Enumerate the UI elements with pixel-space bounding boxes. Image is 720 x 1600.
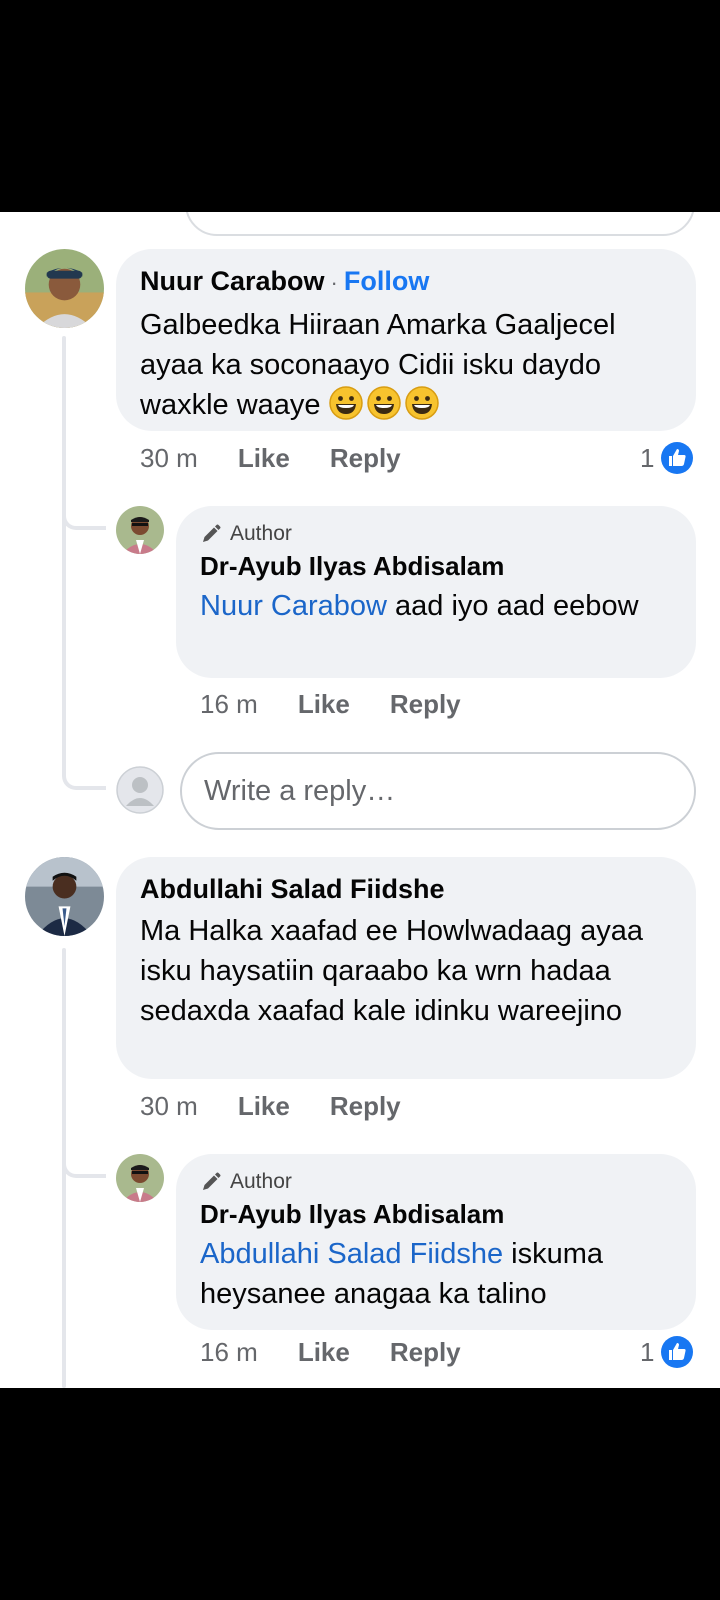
- reply-bubble[interactable]: Author Dr-Ayub Ilyas Abdisalam Nuur Cara…: [176, 506, 696, 678]
- comment-time[interactable]: 30 m: [140, 443, 198, 474]
- bottom-black-bar: [0, 1388, 720, 1600]
- reply-text: Nuur Carabow aad iyo aad eebow: [200, 586, 672, 626]
- grinning-emoji-icon: [328, 386, 363, 420]
- comment-author[interactable]: Nuur Carabow: [140, 265, 325, 297]
- like-button[interactable]: Like: [298, 1337, 350, 1368]
- mention-link[interactable]: Abdullahi Salad Fiidshe: [200, 1238, 503, 1270]
- reply-actions: 16 m Like Reply: [200, 686, 501, 722]
- grinning-emoji-icon: [404, 386, 439, 420]
- pencil-icon: [203, 1172, 221, 1190]
- reply-author[interactable]: Dr-Ayub Ilyas Abdisalam: [200, 550, 672, 582]
- comment-text: Galbeedka Hiiraan Amarka Gaaljecel ayaa …: [140, 305, 672, 425]
- pencil-icon: [203, 524, 221, 542]
- avatar-abdullahi-salad[interactable]: [25, 857, 104, 936]
- avatar-image: [116, 1154, 164, 1202]
- mention-link[interactable]: Nuur Carabow: [200, 590, 387, 622]
- comment-time[interactable]: 30 m: [140, 1091, 198, 1122]
- author-badge: Author: [200, 522, 672, 546]
- separator-dot: ·: [330, 270, 338, 295]
- like-reaction-icon: [661, 442, 694, 474]
- avatar-image: [25, 249, 104, 328]
- grinning-emoji-icon: [366, 386, 401, 420]
- thread-elbow: [62, 512, 106, 530]
- comment-text: Ma Halka xaafad ee Howlwadaag ayaa isku …: [140, 915, 643, 1027]
- reply-time[interactable]: 16 m: [200, 1337, 258, 1368]
- like-button[interactable]: Like: [238, 443, 290, 474]
- reply-button[interactable]: Reply: [330, 1091, 401, 1122]
- top-black-bar: [0, 0, 720, 212]
- author-tag-label: Author: [230, 1170, 292, 1193]
- avatar-image: [116, 506, 164, 554]
- avatar-nuur-carabow[interactable]: [25, 249, 104, 328]
- reply-button[interactable]: Reply: [390, 1337, 461, 1368]
- like-reaction-icon: [661, 1336, 694, 1368]
- reaction-summary[interactable]: 1: [640, 440, 694, 476]
- reply-author[interactable]: Dr-Ayub Ilyas Abdisalam: [200, 1198, 672, 1230]
- previous-reply-box[interactable]: [185, 212, 695, 236]
- avatar-image: [25, 857, 104, 936]
- author-badge: Author: [200, 1170, 672, 1194]
- thread-elbow: [62, 1160, 106, 1178]
- comment-author[interactable]: Abdullahi Salad Fiidshe: [140, 873, 445, 905]
- like-button[interactable]: Like: [238, 1091, 290, 1122]
- reply-button[interactable]: Reply: [330, 443, 401, 474]
- follow-button[interactable]: Follow: [344, 265, 429, 297]
- reply-button[interactable]: Reply: [390, 689, 461, 720]
- reaction-count: 1: [640, 1336, 655, 1367]
- avatar-dr-ayub[interactable]: [116, 506, 164, 554]
- comment-bubble[interactable]: Nuur Carabow · Follow Galbeedka Hiiraan …: [116, 249, 696, 431]
- comment-actions: 30 m Like Reply: [140, 1088, 441, 1124]
- comment-actions: 30 m Like Reply: [140, 440, 441, 476]
- write-reply-placeholder: Write a reply…: [204, 774, 396, 807]
- write-reply-input[interactable]: Write a reply…: [180, 752, 696, 830]
- thread-elbow: [62, 772, 106, 790]
- comment-bubble[interactable]: Abdullahi Salad Fiidshe Ma Halka xaafad …: [116, 857, 696, 1079]
- reaction-count: 1: [640, 442, 655, 473]
- default-avatar-icon: [116, 766, 164, 814]
- reply-time[interactable]: 16 m: [200, 689, 258, 720]
- current-user-avatar: [116, 766, 164, 814]
- author-tag-label: Author: [230, 522, 292, 545]
- reply-text-body: aad iyo aad eebow: [386, 590, 639, 622]
- reply-text: Abdullahi Salad Fiidshe iskuma heysanee …: [200, 1234, 672, 1314]
- reaction-summary[interactable]: 1: [640, 1334, 694, 1370]
- reply-actions: 16 m Like Reply: [200, 1334, 501, 1370]
- reply-bubble[interactable]: Author Dr-Ayub Ilyas Abdisalam Abdullahi…: [176, 1154, 696, 1330]
- comments-panel: Nuur Carabow · Follow Galbeedka Hiiraan …: [0, 212, 720, 1388]
- thread-line: [62, 336, 66, 776]
- like-button[interactable]: Like: [298, 689, 350, 720]
- avatar-dr-ayub[interactable]: [116, 1154, 164, 1202]
